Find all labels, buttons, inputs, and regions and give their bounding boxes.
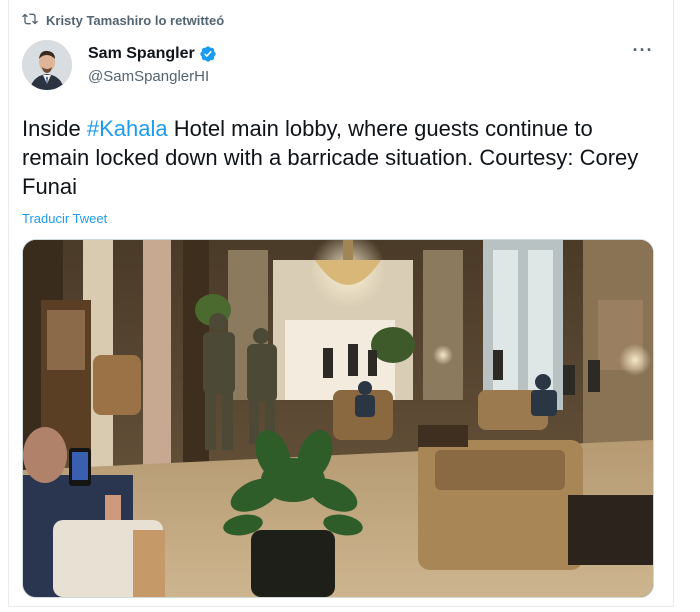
hashtag-link[interactable]: #Kahala <box>87 116 168 141</box>
retweet-icon <box>22 11 38 30</box>
tweet-text-start: Inside <box>22 116 87 141</box>
retweet-context[interactable]: Kristy Tamashiro lo retwitteó <box>22 10 224 30</box>
author-block[interactable]: Sam Spangler @SamSpanglerHI <box>88 45 217 85</box>
verified-badge-icon <box>199 45 217 63</box>
translate-tweet-link[interactable]: Traducir Tweet <box>22 211 107 226</box>
more-options-icon[interactable]: ··· <box>628 38 658 62</box>
tweet-text: Inside #Kahala Hotel main lobby, where g… <box>22 114 642 201</box>
author-handle[interactable]: @SamSpanglerHI <box>88 68 217 85</box>
retweet-text: Kristy Tamashiro lo retwitteó <box>46 12 225 28</box>
tweet-media-image[interactable] <box>22 239 654 598</box>
avatar[interactable] <box>22 40 72 90</box>
author-display-name[interactable]: Sam Spangler <box>88 45 195 63</box>
